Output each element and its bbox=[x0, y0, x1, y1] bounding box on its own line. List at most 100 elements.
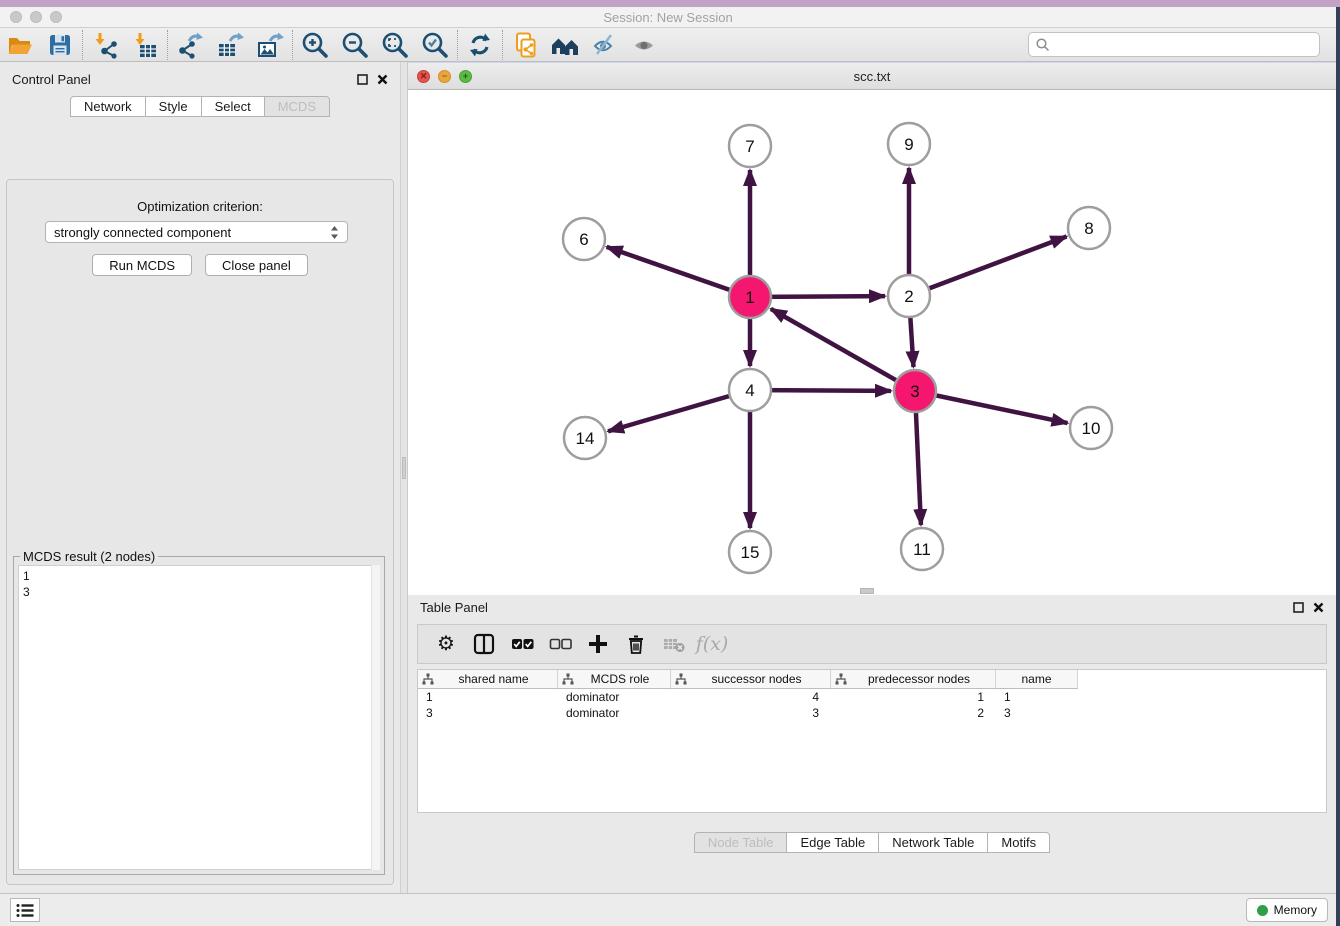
attribute-tree-icon bbox=[675, 673, 687, 685]
network-canvas[interactable]: 7 9 6 8 1 2 4 3 14 10 15 11 bbox=[408, 90, 1336, 595]
attribute-tree-icon bbox=[835, 673, 847, 685]
edge-2-8[interactable] bbox=[909, 236, 1067, 296]
cell-successor-nodes[interactable]: 4 bbox=[671, 689, 831, 705]
column-header-predecessor-nodes[interactable]: predecessor nodes bbox=[831, 670, 996, 689]
node-3[interactable]: 3 bbox=[894, 370, 936, 412]
select-all-button[interactable] bbox=[508, 630, 536, 658]
memory-button[interactable]: Memory bbox=[1246, 898, 1328, 922]
canvas-scroll-thumb[interactable] bbox=[860, 588, 874, 594]
app-window: Session: New Session bbox=[0, 0, 1340, 926]
delete-column-button[interactable] bbox=[622, 630, 650, 658]
column-header-name[interactable]: name bbox=[996, 670, 1078, 689]
control-panel: Control Panel NetworkStyleSelectMCDS Opt… bbox=[0, 62, 400, 893]
column-header-shared-name[interactable]: shared name bbox=[418, 670, 558, 689]
tab-network[interactable]: Network bbox=[70, 96, 146, 117]
cell-predecessor-nodes[interactable]: 2 bbox=[831, 705, 996, 721]
attribute-tree-icon bbox=[562, 673, 574, 685]
zoom-in-button[interactable] bbox=[295, 29, 335, 61]
export-network-button[interactable] bbox=[170, 29, 210, 61]
add-column-button[interactable] bbox=[584, 630, 612, 658]
task-history-button[interactable] bbox=[10, 898, 40, 922]
import-table-button[interactable] bbox=[125, 29, 165, 61]
svg-text:7: 7 bbox=[745, 137, 754, 156]
edge-1-6[interactable] bbox=[607, 247, 750, 297]
hide-selected-button[interactable] bbox=[585, 29, 625, 61]
export-table-icon bbox=[216, 31, 244, 59]
cell-name[interactable]: 3 bbox=[996, 705, 1078, 721]
tab-style[interactable]: Style bbox=[145, 96, 202, 117]
eye-icon bbox=[631, 31, 659, 59]
select-all-icon bbox=[511, 633, 534, 655]
cell-shared-name[interactable]: 1 bbox=[418, 689, 558, 705]
toolbar-separator bbox=[82, 30, 83, 60]
column-header-MCDS-role[interactable]: MCDS role bbox=[558, 670, 671, 689]
split-pane-button[interactable] bbox=[470, 630, 498, 658]
attribute-tree-icon bbox=[422, 673, 434, 685]
mcds-result-list[interactable]: 13 bbox=[18, 565, 380, 870]
node-6[interactable]: 6 bbox=[563, 218, 605, 260]
zoom-out-button[interactable] bbox=[335, 29, 375, 61]
function-builder-button[interactable]: f(x) bbox=[698, 630, 726, 658]
cell-shared-name[interactable]: 3 bbox=[418, 705, 558, 721]
cell-MCDS-role[interactable]: dominator bbox=[558, 705, 671, 721]
run-mcds-button[interactable]: Run MCDS bbox=[92, 254, 192, 276]
node-10[interactable]: 10 bbox=[1070, 407, 1112, 449]
node-15[interactable]: 15 bbox=[729, 531, 771, 573]
svg-text:2: 2 bbox=[904, 287, 913, 306]
search-field[interactable] bbox=[1028, 32, 1320, 57]
window-title: Session: New Session bbox=[0, 10, 1336, 25]
open-file-button[interactable] bbox=[0, 29, 40, 61]
table-tabs: Node TableEdge TableNetwork TableMotifs bbox=[408, 832, 1336, 853]
close-panel-button[interactable]: Close panel bbox=[205, 254, 308, 276]
criterion-dropdown[interactable]: strongly connected component bbox=[45, 221, 348, 243]
cell-name[interactable]: 1 bbox=[996, 689, 1078, 705]
result-scrollbar[interactable] bbox=[371, 565, 380, 870]
cell-predecessor-nodes[interactable]: 1 bbox=[831, 689, 996, 705]
deselect-all-button[interactable] bbox=[546, 630, 574, 658]
node-1[interactable]: 1 bbox=[729, 276, 771, 318]
close-table-panel-icon[interactable] bbox=[1313, 602, 1324, 613]
tab-mcds[interactable]: MCDS bbox=[264, 96, 330, 117]
node-9[interactable]: 9 bbox=[888, 123, 930, 165]
svg-text:15: 15 bbox=[741, 543, 760, 562]
apply-layout-button[interactable] bbox=[460, 29, 500, 61]
clone-network-button[interactable] bbox=[505, 29, 545, 61]
float-table-panel-icon[interactable] bbox=[1293, 602, 1304, 613]
delete-table-button[interactable] bbox=[660, 630, 688, 658]
import-network-button[interactable] bbox=[85, 29, 125, 61]
close-panel-icon[interactable] bbox=[377, 74, 388, 85]
zoom-fit-icon bbox=[381, 31, 409, 59]
cell-MCDS-role[interactable]: dominator bbox=[558, 689, 671, 705]
column-header-successor-nodes[interactable]: successor nodes bbox=[671, 670, 831, 689]
search-input[interactable] bbox=[1051, 35, 1319, 55]
node-7[interactable]: 7 bbox=[729, 125, 771, 167]
table-tab-edge-table[interactable]: Edge Table bbox=[786, 832, 879, 853]
edge-3-10[interactable] bbox=[915, 391, 1068, 423]
node-2[interactable]: 2 bbox=[888, 275, 930, 317]
zoom-selected-button[interactable] bbox=[415, 29, 455, 61]
zoom-fit-button[interactable] bbox=[375, 29, 415, 61]
table-tab-network-table[interactable]: Network Table bbox=[878, 832, 988, 853]
export-image-button[interactable] bbox=[250, 29, 290, 61]
table-toolbar: ⚙ f(x) bbox=[417, 624, 1327, 664]
table-tab-node-table[interactable]: Node Table bbox=[694, 832, 788, 853]
show-all-button[interactable] bbox=[625, 29, 665, 61]
divider-handle[interactable] bbox=[402, 457, 406, 479]
export-table-button[interactable] bbox=[210, 29, 250, 61]
tab-select[interactable]: Select bbox=[201, 96, 265, 117]
node-4[interactable]: 4 bbox=[729, 369, 771, 411]
float-panel-icon[interactable] bbox=[357, 74, 368, 85]
network-titlebar: ✕ − + scc.txt bbox=[408, 62, 1336, 90]
node-11[interactable]: 11 bbox=[901, 528, 943, 570]
table-tab-motifs[interactable]: Motifs bbox=[987, 832, 1050, 853]
mcds-result-box: MCDS result (2 nodes) 13 bbox=[13, 556, 385, 875]
memory-status-icon bbox=[1257, 905, 1268, 916]
save-session-button[interactable] bbox=[40, 29, 80, 61]
edge-3-1[interactable] bbox=[771, 309, 915, 391]
table-settings-button[interactable]: ⚙ bbox=[432, 630, 460, 658]
node-8[interactable]: 8 bbox=[1068, 207, 1110, 249]
cell-successor-nodes[interactable]: 3 bbox=[671, 705, 831, 721]
nested-networks-button[interactable] bbox=[545, 29, 585, 61]
node-14[interactable]: 14 bbox=[564, 417, 606, 459]
result-line: 1 bbox=[23, 568, 375, 584]
